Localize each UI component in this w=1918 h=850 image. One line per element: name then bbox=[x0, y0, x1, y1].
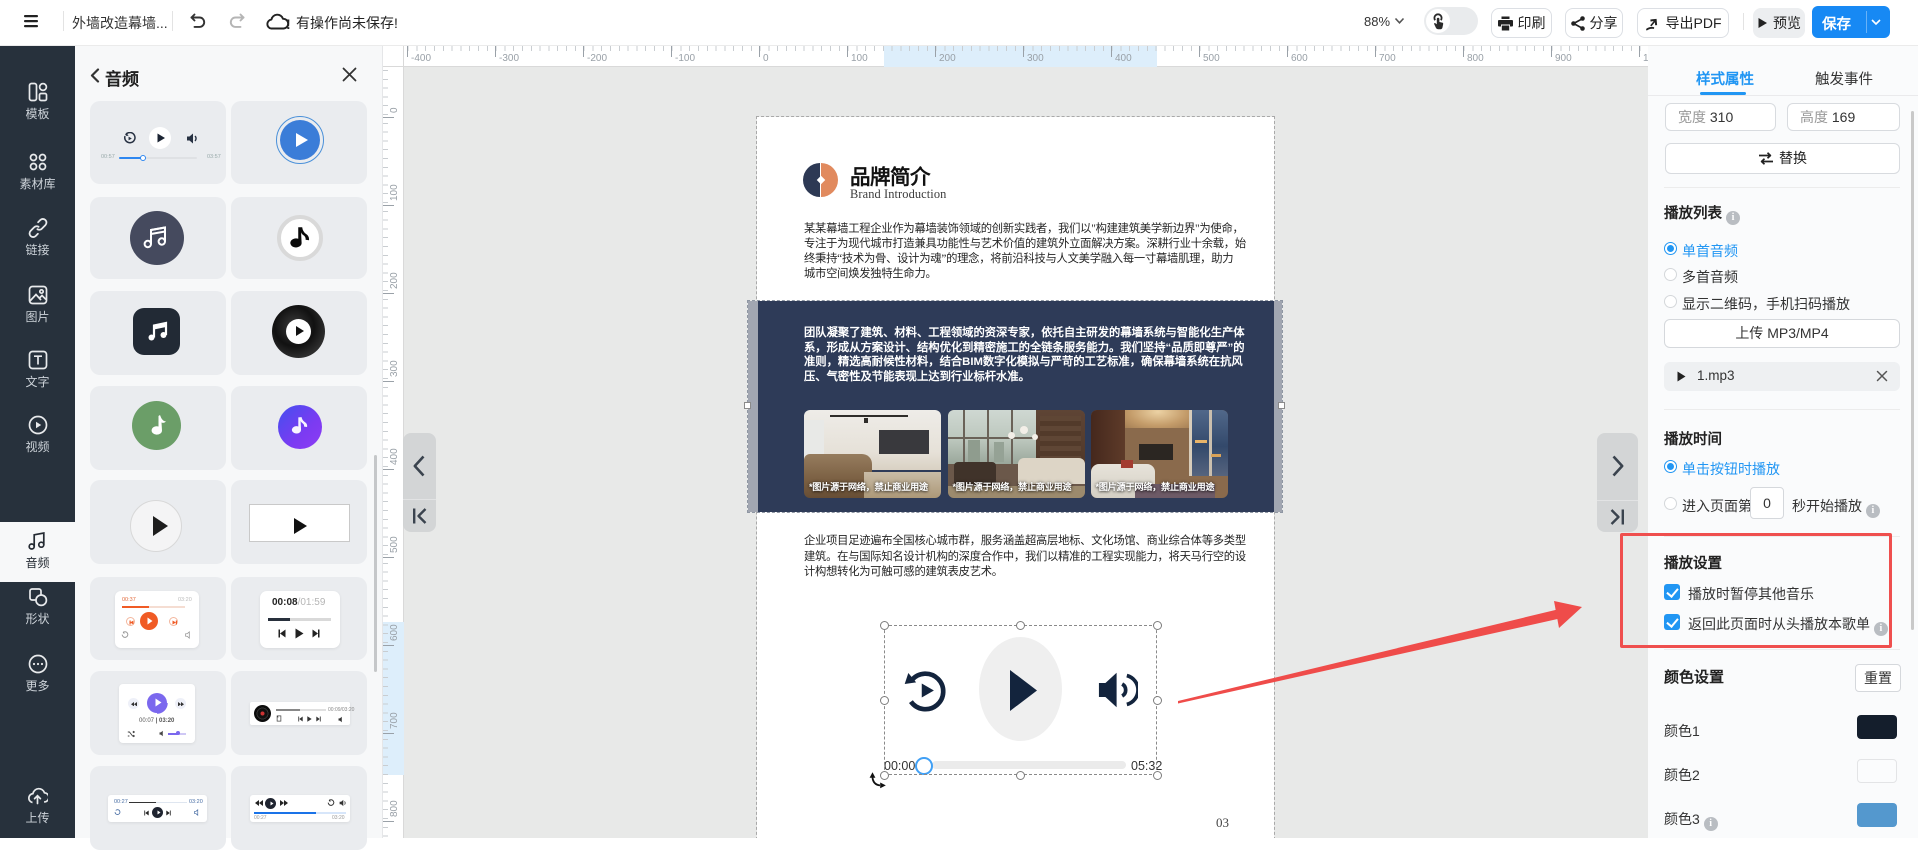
svg-text:!: ! bbox=[286, 16, 291, 31]
